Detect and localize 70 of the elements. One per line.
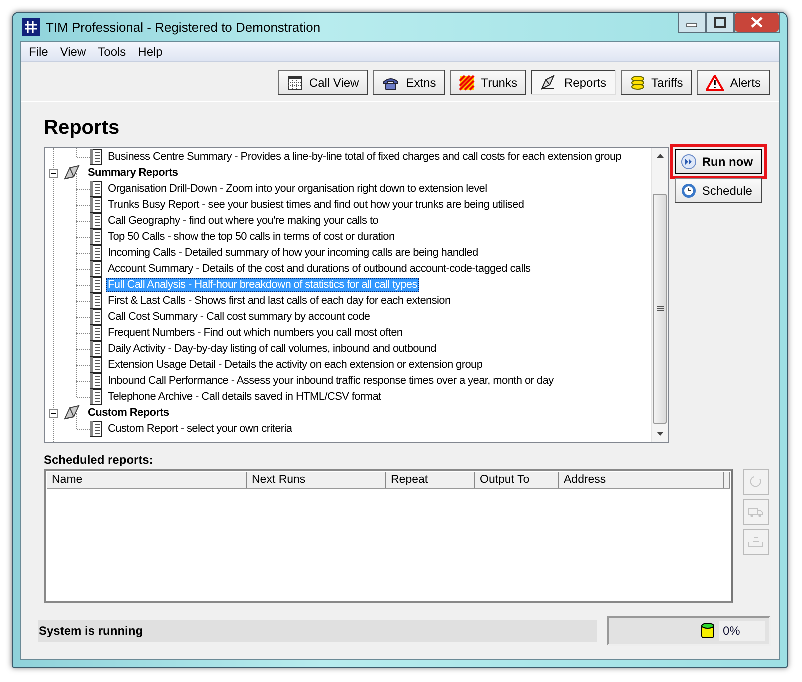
document-icon	[89, 357, 103, 373]
table-icon	[287, 74, 304, 90]
report-item[interactable]: Business Centre Summary - Provides a line-by-line total of fixed charges and call costs for each extension group	[106, 150, 624, 164]
column-header[interactable]: Output To	[475, 472, 559, 488]
document-icon	[89, 373, 103, 389]
menu-item[interactable]: View	[55, 44, 94, 58]
close-button[interactable]	[734, 13, 780, 33]
toolbar-tab[interactable]: Trunks	[450, 70, 526, 95]
report-item[interactable]: Call Geography - find out where you're making your calls to	[106, 214, 381, 228]
document-icon	[89, 389, 103, 405]
report-item[interactable]: Frequent Numbers - Find out which numbers you call most often	[106, 326, 405, 340]
grip-icon	[656, 306, 664, 312]
document-icon	[89, 181, 103, 197]
report-item[interactable]: First & Last Calls - Shows first and last calls of each day for each extension	[106, 294, 453, 308]
striped-flag-icon	[459, 74, 476, 90]
minimize-button[interactable]	[678, 13, 706, 33]
column-header[interactable]: Address	[559, 472, 724, 488]
scrollbar[interactable]	[651, 148, 668, 442]
maximize-button[interactable]	[706, 13, 734, 33]
section-label: Scheduled reports:	[44, 453, 154, 467]
status-message: System is running	[38, 620, 597, 642]
tree-group-label[interactable]: Custom Reports	[86, 406, 172, 420]
folder-pen-icon	[62, 165, 82, 181]
report-item[interactable]: Inbound Call Performance - Assess your inbound traffic response times over a year, month or day	[106, 374, 556, 388]
fast-forward-icon	[681, 154, 698, 170]
menu-item[interactable]: Help	[133, 44, 170, 58]
folder-pen-icon	[62, 405, 82, 421]
document-icon	[89, 421, 103, 437]
document-icon	[89, 197, 103, 213]
database-icon	[701, 622, 715, 640]
report-item[interactable]: Account Summary - Details of the cost and durations of outbound account-code-tagged calls	[106, 262, 533, 276]
collapse-toggle[interactable]	[49, 408, 58, 418]
app-logo-icon	[22, 18, 40, 36]
action-button[interactable]: Schedule	[675, 178, 762, 203]
column-header[interactable]: Next Runs	[247, 472, 386, 488]
usage-percent: 0%	[719, 621, 765, 641]
document-icon	[89, 277, 103, 293]
toolbar-tab[interactable]: Alerts	[697, 70, 770, 95]
column-header[interactable]: Name	[47, 472, 247, 488]
page-heading: Reports	[44, 117, 121, 140]
tree-group-label[interactable]: Summary Reports	[86, 166, 180, 180]
coins-icon	[630, 74, 646, 90]
toolbar-tab[interactable]: Reports	[531, 70, 616, 95]
report-item[interactable]: Custom Report - select your own criteria	[106, 422, 294, 436]
collapse-toggle[interactable]	[49, 168, 58, 178]
column-header[interactable]: Repeat	[386, 472, 475, 488]
warning-icon	[706, 74, 724, 90]
report-item[interactable]: Call Cost Summary - Call cost summary by account code	[106, 310, 372, 324]
document-icon	[89, 325, 103, 341]
document-icon	[89, 245, 103, 261]
menu-item[interactable]: File	[24, 44, 56, 58]
menu-item[interactable]: Tools	[93, 44, 134, 58]
report-item[interactable]: Top 50 Calls - show the top 50 calls in terms of cost or duration	[106, 230, 397, 244]
document-icon	[89, 261, 103, 277]
clock-icon	[681, 182, 698, 198]
document-icon	[89, 309, 103, 325]
toolbar-tab[interactable]: Call View	[278, 70, 368, 95]
report-item[interactable]: Daily Activity - Day-by-day listing of call volumes, inbound and outbound	[106, 342, 438, 356]
document-icon	[89, 229, 103, 245]
document-icon	[89, 293, 103, 309]
document-icon	[89, 341, 103, 357]
toolbar-tab[interactable]: Tariffs	[620, 70, 692, 95]
window-title: TIM Professional - Registered to Demonstration	[46, 20, 321, 34]
report-item[interactable]: Organisation Drill-Down - Zoom into your organisation right down to extension level	[106, 182, 490, 196]
report-item[interactable]: Trunks Busy Report - see your busiest times and find out how your trunks are being utilised	[106, 198, 526, 212]
toolbar-tab[interactable]: Extns	[373, 70, 446, 95]
report-item[interactable]: Telephone Archive - Call details saved in HTML/CSV format	[106, 390, 384, 404]
document-icon	[89, 213, 103, 229]
report-item[interactable]: Extension Usage Detail - Details the activity on each extension or extension group	[106, 358, 485, 372]
report-item[interactable]: Incoming Calls - Detailed summary of how your incoming calls are being handled	[106, 246, 480, 260]
